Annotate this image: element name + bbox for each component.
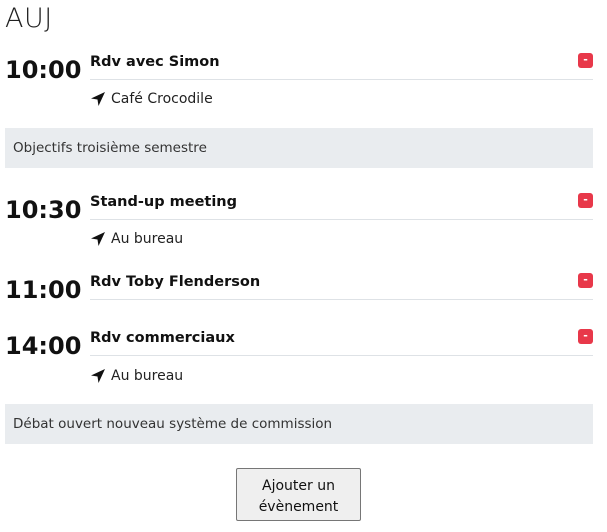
event-location-label: Au bureau: [111, 368, 184, 384]
location-arrow-icon: [91, 369, 105, 383]
event-location: Au bureau: [90, 231, 183, 247]
event-note: Débat ouvert nouveau système de commissi…: [5, 404, 593, 444]
delete-event-button[interactable]: -: [578, 329, 593, 344]
add-event-button-line1: Ajouter un: [262, 477, 335, 494]
event-title: Rdv Toby Flenderson: [90, 274, 261, 290]
day-title: AUJ: [5, 3, 53, 34]
event-location: Café Crocodile: [90, 91, 213, 107]
event-divider: [90, 355, 593, 356]
event-divider: [90, 79, 593, 80]
event-title: Stand-up meeting: [90, 194, 238, 210]
delete-event-button[interactable]: -: [578, 273, 593, 288]
delete-event-button[interactable]: -: [578, 193, 593, 208]
add-event-button[interactable]: Ajouter un évènement: [236, 468, 361, 521]
event-divider: [90, 299, 593, 300]
add-event-button-line2: évènement: [258, 498, 339, 515]
event-time: 11:00: [5, 276, 82, 304]
event-location-label: Au bureau: [111, 231, 184, 247]
event-location: Au bureau: [90, 368, 183, 384]
event-title: Rdv commerciaux: [90, 330, 235, 346]
location-arrow-icon: [91, 92, 105, 106]
event-divider: [90, 219, 593, 220]
event-note: Objectifs troisième semestre: [5, 128, 593, 168]
event-time: 10:30: [5, 196, 82, 224]
event-time: 10:00: [5, 56, 82, 84]
event-location-label: Café Crocodile: [111, 91, 213, 107]
location-arrow-icon: [91, 232, 105, 246]
event-title: Rdv avec Simon: [90, 54, 220, 70]
event-time: 14:00: [5, 332, 82, 360]
delete-event-button[interactable]: -: [578, 53, 593, 68]
